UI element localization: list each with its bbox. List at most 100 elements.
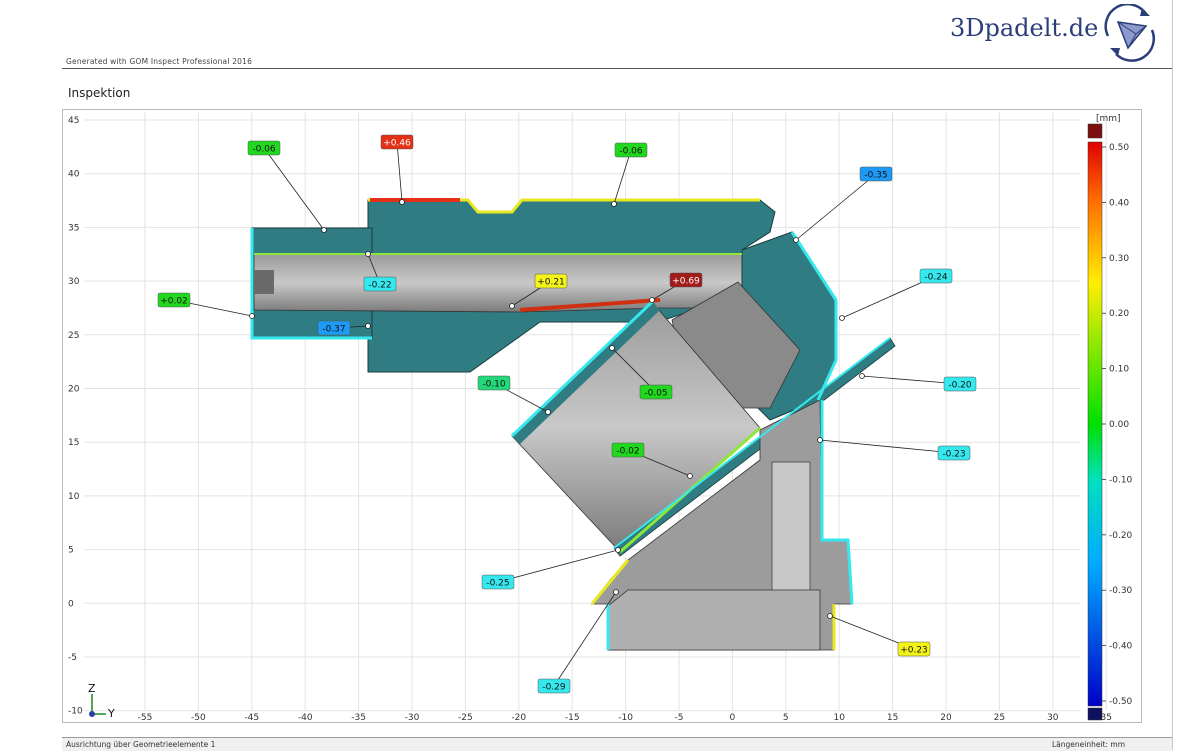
x-tick-label: -35 bbox=[351, 713, 366, 723]
legend-tick-label: 0.10 bbox=[1109, 365, 1129, 375]
legend-tick-label: -0.20 bbox=[1109, 531, 1133, 541]
y-tick-label: 25 bbox=[68, 331, 79, 341]
y-tick-label: -5 bbox=[68, 653, 77, 663]
y-tick-label: 30 bbox=[68, 277, 80, 287]
callout-leader bbox=[263, 147, 325, 231]
callout-value: -0.05 bbox=[644, 389, 667, 399]
callout-value: -0.35 bbox=[864, 171, 887, 181]
x-tick-label: -25 bbox=[458, 713, 473, 723]
y-tick-label: 20 bbox=[68, 385, 80, 395]
legend-tick-label: 0.20 bbox=[1109, 309, 1129, 319]
legend-tick-label: -0.30 bbox=[1109, 586, 1133, 596]
callout-point bbox=[399, 199, 405, 205]
x-tick-label: -15 bbox=[565, 713, 580, 723]
callout-value: +0.46 bbox=[383, 139, 411, 149]
callout-leader bbox=[497, 549, 619, 583]
callout-point bbox=[859, 373, 865, 379]
footer-bar bbox=[62, 737, 1172, 751]
footer-unit: Längeneinheit: mm bbox=[1052, 740, 1126, 749]
callout-point bbox=[827, 613, 833, 619]
x-tick-label: -45 bbox=[244, 713, 259, 723]
x-tick-label: 15 bbox=[887, 713, 898, 723]
callout-leader bbox=[795, 173, 877, 241]
x-tick-label: 25 bbox=[994, 713, 1005, 723]
legend-unit: [mm] bbox=[1096, 114, 1121, 124]
x-tick-label: 20 bbox=[940, 713, 952, 723]
x-tick-label: -50 bbox=[191, 713, 206, 723]
callout-value: -0.37 bbox=[322, 325, 345, 335]
deviation-callout[interactable]: -0.06 bbox=[611, 142, 648, 207]
callout-point bbox=[615, 547, 621, 553]
x-tick-label: 10 bbox=[833, 713, 845, 723]
axis-label-y: Y bbox=[107, 707, 115, 720]
y-tick-label: 15 bbox=[68, 438, 79, 448]
legend-overflow-high bbox=[1087, 123, 1103, 139]
callout-point bbox=[793, 237, 799, 243]
deviation-legend: [mm] 0.50 0.40 0.30 0.20 0.10 0.00 -0.10 -0.20 -0… bbox=[1087, 114, 1133, 721]
deviation-callout[interactable]: -0.35 bbox=[793, 166, 893, 243]
legend-tick-label: -0.40 bbox=[1109, 642, 1133, 652]
callout-value: +0.69 bbox=[672, 277, 700, 287]
callout-value: -0.25 bbox=[486, 579, 509, 589]
deviation-callout[interactable]: -0.25 bbox=[481, 547, 621, 590]
callout-point bbox=[365, 251, 371, 257]
callout-point bbox=[839, 315, 845, 321]
legend-tick-label: 0.50 bbox=[1109, 143, 1129, 153]
legend-overflow-low bbox=[1087, 707, 1103, 721]
x-tick-label: -40 bbox=[298, 713, 313, 723]
callout-value: -0.22 bbox=[368, 281, 391, 291]
deviation-callout[interactable]: +0.46 bbox=[380, 134, 414, 205]
y-tick-label: 10 bbox=[68, 492, 80, 502]
legend-tick-label: -0.50 bbox=[1109, 697, 1133, 707]
inspection-plot[interactable]: -55 -50 -45 -40 -35 -30 -25 -20 -15 -10 -5 0 5 10 15 20… bbox=[0, 0, 1200, 750]
y-tick-label: 0 bbox=[68, 599, 74, 609]
deviation-callout[interactable]: +0.23 bbox=[827, 613, 931, 657]
callout-value: -0.23 bbox=[942, 450, 965, 460]
callout-value: -0.10 bbox=[482, 380, 506, 390]
axis-origin bbox=[89, 711, 95, 717]
x-tick-label: 5 bbox=[783, 713, 789, 723]
x-tick-label: -20 bbox=[511, 713, 526, 723]
callout-point bbox=[609, 345, 615, 351]
callout-leader bbox=[613, 149, 632, 205]
callout-point bbox=[613, 589, 619, 595]
page-border-right bbox=[1172, 0, 1173, 750]
callout-value: +0.23 bbox=[900, 646, 928, 656]
callout-value: -0.24 bbox=[924, 273, 948, 283]
callout-point bbox=[817, 437, 823, 443]
callout-point bbox=[545, 409, 551, 415]
callout-point bbox=[611, 201, 617, 207]
deviation-callout[interactable]: -0.06 bbox=[247, 140, 327, 233]
callout-point bbox=[649, 297, 655, 303]
axis-indicator: ZY bbox=[88, 682, 115, 720]
report-page: 3Dpadelt.de Generated with GOM Inspect P… bbox=[0, 0, 1200, 751]
deviation-callout[interactable]: -0.23 bbox=[817, 437, 971, 461]
y-tick-label: 40 bbox=[68, 170, 80, 180]
legend-tick-label: 0.00 bbox=[1109, 420, 1129, 430]
callout-point bbox=[321, 227, 327, 233]
x-tick-label: -30 bbox=[405, 713, 420, 723]
y-tick-label: 45 bbox=[68, 116, 79, 126]
x-tick-label: -55 bbox=[138, 713, 153, 723]
callout-value: -0.29 bbox=[542, 683, 566, 693]
legend-tick-label: -0.10 bbox=[1109, 475, 1133, 485]
x-tick-label: 0 bbox=[730, 713, 736, 723]
legend-color-bar bbox=[1087, 141, 1103, 707]
deviation-callout[interactable]: -0.24 bbox=[839, 268, 953, 321]
callout-point bbox=[249, 313, 255, 319]
callout-leader bbox=[396, 141, 403, 203]
deviation-callout[interactable]: -0.29 bbox=[537, 589, 619, 694]
y-tick-label: 5 bbox=[68, 546, 74, 556]
y-tick-label: 35 bbox=[68, 223, 79, 233]
callout-point bbox=[687, 473, 693, 479]
callout-point bbox=[509, 303, 515, 309]
deviation-callout[interactable]: +0.02 bbox=[157, 292, 255, 319]
callout-value: +0.02 bbox=[160, 297, 188, 307]
callout-point bbox=[365, 323, 371, 329]
callout-value: -0.02 bbox=[616, 447, 639, 457]
callout-value: -0.06 bbox=[619, 147, 643, 157]
x-tick-label: 30 bbox=[1047, 713, 1059, 723]
footer-alignment: Ausrichtung über Geometrieelemente 1 bbox=[66, 740, 216, 749]
callout-value: -0.06 bbox=[252, 145, 276, 155]
axis-label-z: Z bbox=[88, 682, 96, 695]
